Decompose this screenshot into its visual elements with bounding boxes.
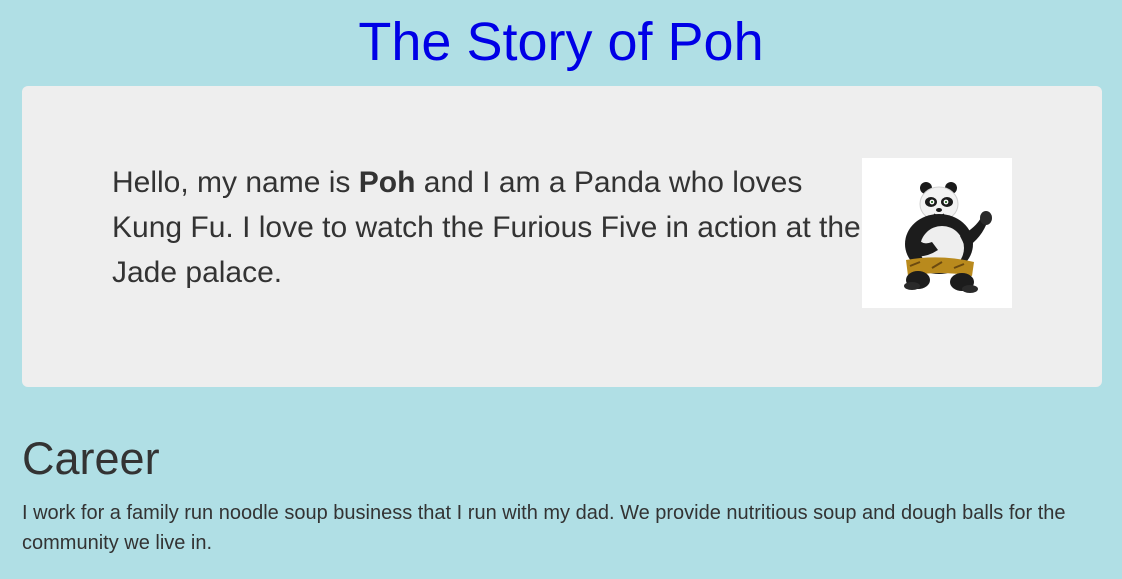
intro-text-start: Hello, my name is (112, 166, 359, 199)
intro-name: Poh (358, 166, 416, 199)
intro-panel: Hello, my name is Poh and I am a Panda w… (22, 86, 1102, 387)
panda-icon (904, 182, 992, 293)
intro-paragraph: Hello, my name is Poh and I am a Panda w… (112, 160, 872, 295)
panda-kung-fu-image (862, 158, 1012, 308)
career-paragraph: I work for a family run noodle soup busi… (22, 502, 1066, 554)
page-title: The Story of Poh (358, 12, 764, 72)
career-heading: Career (22, 433, 160, 484)
